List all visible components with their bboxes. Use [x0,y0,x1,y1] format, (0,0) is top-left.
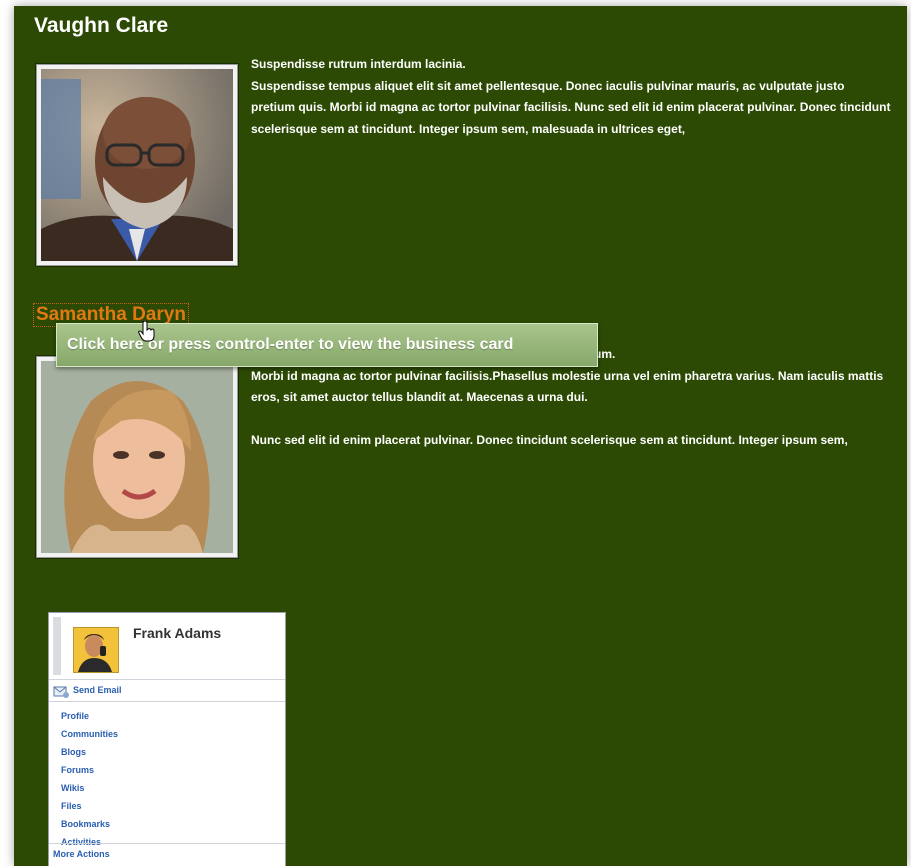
man-portrait-image [41,69,233,261]
bio-paragraph-samantha-2: Nunc sed elit id enim placerat pulvinar.… [251,432,848,447]
hand-cursor-icon [138,321,155,342]
woman-portrait-image [41,361,233,553]
card-accent-bar [53,617,61,675]
send-email-button[interactable]: Send Email [49,681,285,702]
card-links-list: Profile Communities Blogs Forums Wikis F… [61,707,118,851]
card-link-files[interactable]: Files [61,797,118,815]
bio-paragraph-samantha-1: Morbi id magna ac tortor pulvinar facili… [251,368,884,405]
card-person-name: Frank Adams [133,625,222,641]
card-link-bookmarks[interactable]: Bookmarks [61,815,118,833]
photo-samantha [36,356,238,558]
business-card-header: Frank Adams [49,613,285,680]
page-background: Vaughn Clare Suspendisse rutrum interdum… [14,6,907,866]
mail-icon [53,686,69,698]
card-link-forums[interactable]: Forums [61,761,118,779]
person-name-vaughn: Vaughn Clare [34,14,169,37]
avatar [73,627,119,673]
more-actions-button[interactable]: More Actions [49,843,285,864]
send-email-label: Send Email [73,685,122,695]
business-card: Frank Adams Send Email Profile Communiti… [48,612,286,866]
card-link-blogs[interactable]: Blogs [61,743,118,761]
bio-paragraph-vaughn: Suspendisse tempus aliquet elit sit amet… [251,78,891,136]
card-link-communities[interactable]: Communities [61,725,118,743]
card-link-profile[interactable]: Profile [61,707,118,725]
bio-vaughn: Suspendisse rutrum interdum lacinia. Sus… [251,54,891,140]
photo-vaughn [36,64,238,266]
bio-lead-vaughn: Suspendisse rutrum interdum lacinia. [251,57,466,71]
card-link-wikis[interactable]: Wikis [61,779,118,797]
